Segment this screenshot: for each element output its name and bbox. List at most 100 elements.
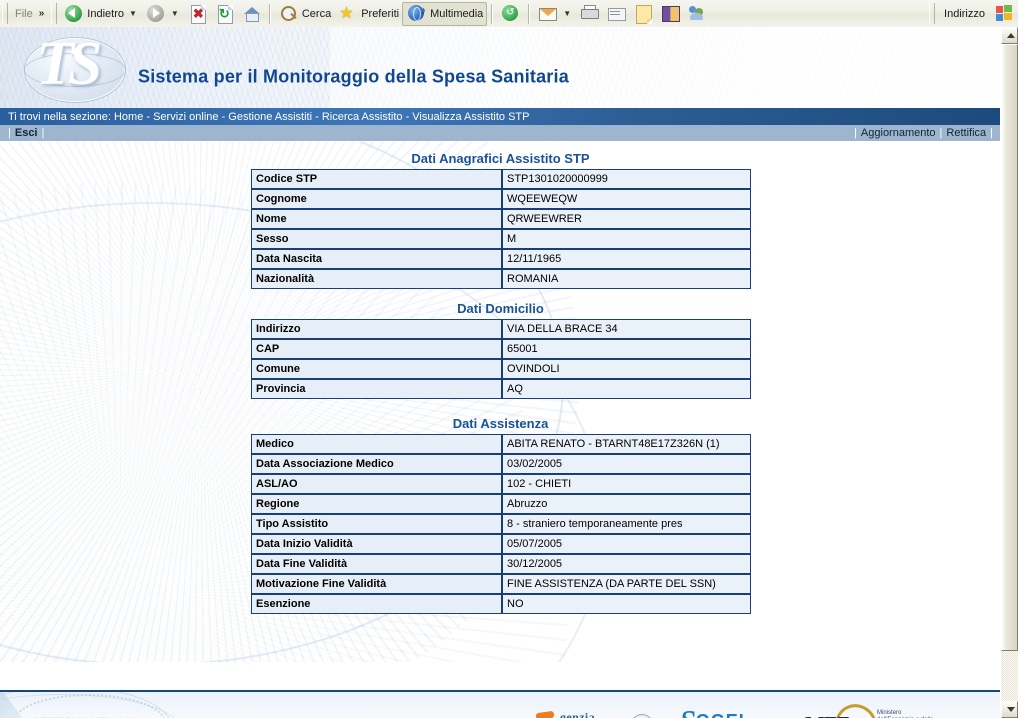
address-bar-label[interactable]: Indirizzo [938, 8, 991, 20]
row-label: Codice STP [251, 169, 502, 189]
breadcrumb: Ti trovi nella sezione: Home - Servizi o… [0, 108, 1001, 125]
toolbar-separator-2 [491, 3, 494, 24]
navbar-left-group: | Esci | [0, 127, 48, 139]
navbar-right-group: | Aggiornamento | Rettifica | [850, 127, 1001, 139]
back-button[interactable]: Indietro ▼ [60, 3, 142, 25]
row-value: STP1301020000999 [502, 169, 751, 189]
scroll-down-button[interactable] [1001, 701, 1018, 718]
back-label: Indietro [87, 7, 124, 20]
ts-logo: TS [20, 27, 130, 108]
favorites-label: Preferiti [361, 7, 400, 20]
table-row: Cognome WQEEWEQW [251, 189, 751, 209]
favorites-button[interactable]: ★ Preferiti [334, 3, 402, 25]
messenger-button[interactable] [684, 3, 711, 25]
row-label: Motivazione Fine Validità [251, 574, 502, 594]
logo-text: TS [36, 30, 102, 98]
row-value: Abruzzo [502, 494, 751, 514]
table-row: Data Nascita 12/11/1965 [251, 249, 751, 269]
row-label: Indirizzo [251, 319, 502, 339]
row-value: WQEEWEQW [502, 189, 751, 209]
toolbar-grip-2[interactable] [51, 3, 58, 24]
nav-separator-right-2: | [939, 127, 943, 139]
sogei-logo[interactable]: S OGEI [680, 705, 745, 718]
mail-button[interactable]: ▼ [534, 3, 576, 25]
row-value: ABITA RENATO - BTARNT48E17Z326N (1) [502, 434, 751, 454]
menu-file[interactable]: File [11, 8, 37, 20]
table-row: Comune OVINDOLI [251, 359, 751, 379]
table-assistenza: Medico ABITA RENATO - BTARNT48E17Z326N (… [251, 434, 751, 614]
row-label: Tipo Assistito [251, 514, 502, 534]
table-row: Esenzione NO [251, 594, 751, 614]
scrollbar-thumb[interactable] [1001, 44, 1018, 651]
notes-button[interactable] [630, 3, 657, 25]
row-value: 05/07/2005 [502, 534, 751, 554]
address-grip[interactable] [929, 3, 936, 24]
row-label: Data Associazione Medico [251, 454, 502, 474]
mail-dropdown-caret[interactable]: ▼ [561, 9, 573, 18]
vertical-scrollbar[interactable] [1000, 27, 1018, 718]
row-value: 30/12/2005 [502, 554, 751, 574]
refresh-button[interactable]: ↻ [211, 3, 238, 25]
print-button[interactable] [576, 3, 603, 25]
back-arrow-icon [63, 3, 84, 24]
row-value: NO [502, 594, 751, 614]
media-label: Multimedia [430, 7, 484, 20]
table-row: CAP 65001 [251, 339, 751, 359]
media-globe-icon: ♪ [406, 3, 427, 24]
search-button[interactable]: Cerca [275, 3, 334, 25]
row-label: Provincia [251, 379, 502, 399]
toolbar-separator-3 [528, 3, 531, 24]
forward-dropdown-caret[interactable]: ▼ [169, 9, 181, 18]
nav-separator-left-1: | [8, 127, 11, 139]
chevron-up-icon [1007, 33, 1015, 38]
section-title-domicilio: Dati Domicilio [457, 301, 544, 316]
scroll-up-button[interactable] [1001, 27, 1018, 44]
row-label: CAP [251, 339, 502, 359]
row-value: M [502, 229, 751, 249]
agenzia-entrate-mark-icon [533, 710, 558, 718]
row-label: Sesso [251, 229, 502, 249]
row-label: Esenzione [251, 594, 502, 614]
toolbar-separator-1 [268, 3, 271, 24]
table-domicilio: Indirizzo VIA DELLA BRACE 34 CAP 65001 C… [251, 319, 751, 399]
republic-emblem-decoration: REPUBBLICA ITALIANA [0, 692, 260, 718]
row-value: AQ [502, 379, 751, 399]
page-title: Sistema per il Monitoraggio della Spesa … [138, 66, 569, 87]
mail-icon [537, 3, 558, 24]
refresh-icon: ↻ [214, 3, 235, 24]
windows-logo-button[interactable] [991, 3, 1018, 25]
site-footer: REPUBBLICA ITALIANA genzia ntrate S OGEI [0, 690, 1001, 718]
chevron-down-icon [1007, 707, 1015, 712]
encyclopedia-button[interactable] [657, 3, 684, 25]
table-row: Motivazione Fine Validità FINE ASSISTENZ… [251, 574, 751, 594]
toolbar-grip[interactable] [2, 3, 8, 24]
agenzia-line1: genzia [560, 710, 596, 718]
stop-button[interactable]: ✖ [184, 3, 211, 25]
menu-overflow-chevron[interactable]: » [37, 8, 50, 19]
row-label: Data Inizio Validità [251, 534, 502, 554]
section-title-anagrafici: Dati Anagrafici Assistito STP [411, 151, 590, 166]
rettifica-link[interactable]: Rettifica [946, 127, 986, 139]
aggiornamento-link[interactable]: Aggiornamento [861, 127, 936, 139]
table-row: Data Fine Validità 30/12/2005 [251, 554, 751, 574]
exit-link[interactable]: Esci [15, 127, 38, 139]
table-row: Nome QRWEEWRER [251, 209, 751, 229]
back-dropdown-caret[interactable]: ▼ [127, 9, 139, 18]
history-button[interactable]: ↺ [497, 3, 524, 25]
media-button[interactable]: ♪ Multimedia [402, 1, 488, 26]
table-wrap-domicilio: Indirizzo VIA DELLA BRACE 34 CAP 65001 C… [251, 319, 751, 399]
forward-button[interactable]: ▼ [142, 3, 184, 25]
home-button[interactable] [238, 3, 265, 25]
breadcrumb-text: Ti trovi nella sezione: Home - Servizi o… [8, 110, 530, 123]
stop-icon: ✖ [187, 3, 208, 24]
row-value: VIA DELLA BRACE 34 [502, 319, 751, 339]
edit-button[interactable] [603, 3, 630, 25]
printer-icon [579, 3, 600, 24]
mef-text: MEF [805, 712, 850, 718]
sogei-text: OGEI [696, 711, 745, 718]
table-row: Sesso M [251, 229, 751, 249]
row-label: Comune [251, 359, 502, 379]
row-value: QRWEEWRER [502, 209, 751, 229]
footer-logos: genzia ntrate S OGEI MEF Ministero dell'… [520, 697, 940, 718]
nav-separator-left-2: | [41, 127, 45, 139]
